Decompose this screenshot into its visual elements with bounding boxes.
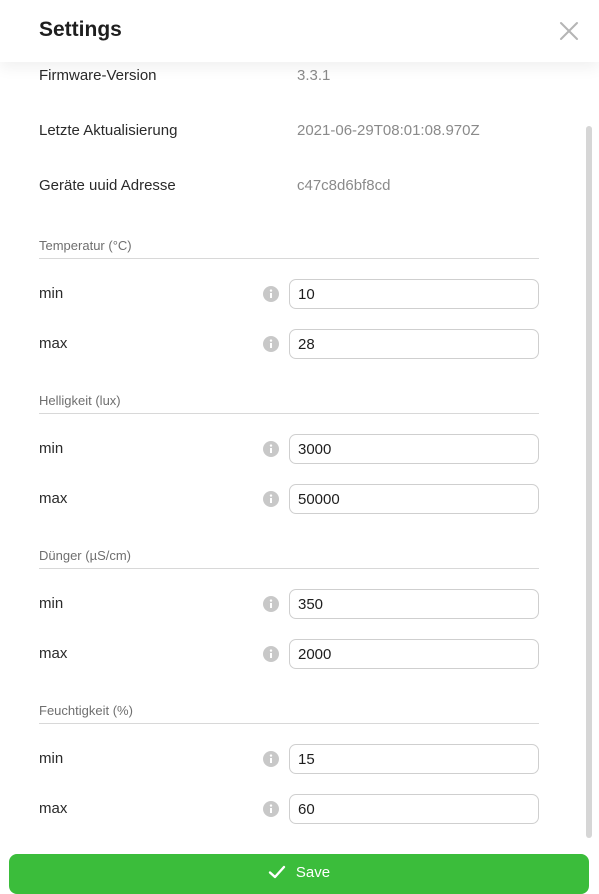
- info-icon[interactable]: [263, 751, 279, 767]
- field-row-moisture-max: max: [39, 794, 539, 824]
- dialog-title: Settings: [39, 18, 122, 41]
- scrollbar[interactable]: [586, 126, 592, 838]
- field-row-brightness-min: min: [39, 434, 539, 464]
- info-icon[interactable]: [263, 596, 279, 612]
- info-row-last-update: Letzte Aktualisierung 2021-06-29T08:01:0…: [39, 122, 539, 146]
- info-icon[interactable]: [263, 646, 279, 662]
- device-uuid-label: Geräte uuid Adresse: [39, 177, 176, 194]
- close-icon[interactable]: [556, 18, 582, 44]
- brightness-min-input[interactable]: [289, 434, 539, 464]
- save-button-content: Save: [9, 864, 589, 881]
- firmware-version-label: Firmware-Version: [39, 67, 157, 84]
- field-label: min: [39, 440, 64, 457]
- scrollbar-thumb[interactable]: [586, 126, 592, 838]
- field-row-moisture-min: min: [39, 744, 539, 774]
- save-button-label: Save: [295, 864, 331, 881]
- field-row-fertilizer-max: max: [39, 639, 539, 669]
- section-header-temperature: Temperatur (°C): [39, 238, 539, 259]
- last-update-label: Letzte Aktualisierung: [39, 122, 178, 139]
- field-row-temperature-min: min: [39, 279, 539, 309]
- field-label: min: [39, 595, 64, 612]
- fertilizer-min-input[interactable]: [289, 589, 539, 619]
- moisture-min-input[interactable]: [289, 744, 539, 774]
- section-header-fertilizer: Dünger (µS/cm): [39, 548, 539, 569]
- brightness-max-input[interactable]: [289, 484, 539, 514]
- info-row-firmware: Firmware-Version 3.3.1: [39, 67, 539, 91]
- info-icon[interactable]: [263, 336, 279, 352]
- info-icon[interactable]: [263, 441, 279, 457]
- field-row-temperature-max: max: [39, 329, 539, 359]
- section-header-moisture: Feuchtigkeit (%): [39, 703, 539, 724]
- moisture-max-input[interactable]: [289, 794, 539, 824]
- checkmark-icon: [268, 865, 286, 879]
- info-icon[interactable]: [263, 286, 279, 302]
- field-label: max: [39, 335, 68, 352]
- field-row-fertilizer-min: min: [39, 589, 539, 619]
- settings-scroll-area[interactable]: Firmware-Version 3.3.1 Letzte Aktualisie…: [0, 0, 599, 888]
- field-label: min: [39, 750, 64, 767]
- section-header-brightness: Helligkeit (lux): [39, 393, 539, 414]
- info-row-device-uuid: Geräte uuid Adresse c47c8d6bf8cd: [39, 177, 539, 201]
- info-icon[interactable]: [263, 801, 279, 817]
- info-icon[interactable]: [263, 491, 279, 507]
- temperature-max-input[interactable]: [289, 329, 539, 359]
- field-row-brightness-max: max: [39, 484, 539, 514]
- firmware-version-value: 3.3.1: [297, 67, 331, 84]
- field-label: min: [39, 285, 64, 302]
- temperature-min-input[interactable]: [289, 279, 539, 309]
- section-title: Temperatur (°C): [39, 238, 132, 253]
- save-button[interactable]: Save: [9, 854, 589, 894]
- field-label: max: [39, 800, 68, 817]
- field-label: max: [39, 490, 68, 507]
- device-uuid-value: c47c8d6bf8cd: [297, 177, 391, 194]
- last-update-value: 2021-06-29T08:01:08.970Z: [297, 122, 480, 139]
- section-title: Feuchtigkeit (%): [39, 703, 133, 718]
- section-title: Helligkeit (lux): [39, 393, 121, 408]
- field-label: max: [39, 645, 68, 662]
- fertilizer-max-input[interactable]: [289, 639, 539, 669]
- dialog-header: Settings: [0, 0, 599, 62]
- section-title: Dünger (µS/cm): [39, 548, 132, 563]
